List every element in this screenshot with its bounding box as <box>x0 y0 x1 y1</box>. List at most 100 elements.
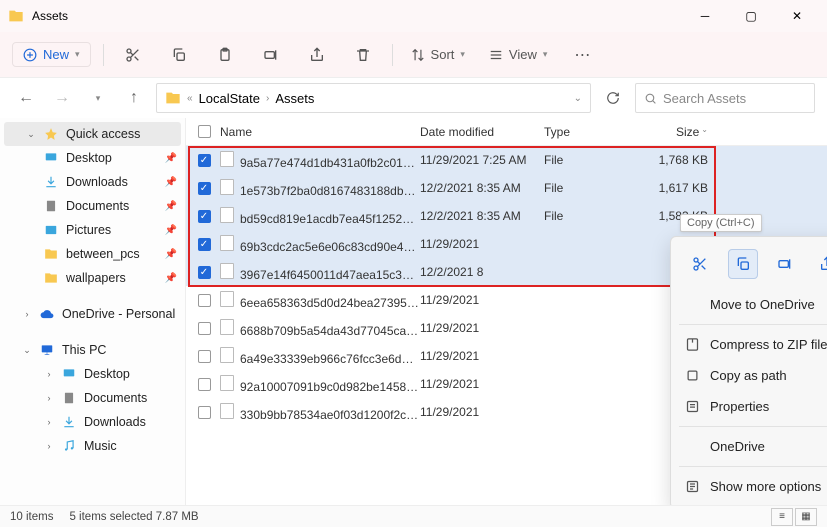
row-checkbox[interactable] <box>198 378 211 391</box>
maximize-button[interactable]: ▢ <box>729 2 773 30</box>
table-row[interactable]: ✓9a5a77e474d1db431a0fb2c01d44964dc...11/… <box>186 146 827 174</box>
file-icon <box>220 347 234 363</box>
file-date: 11/29/2021 <box>420 405 544 419</box>
close-button[interactable]: ✕ <box>775 2 819 30</box>
row-checkbox[interactable] <box>198 294 211 307</box>
column-size[interactable]: Size⌄ <box>648 125 720 139</box>
search-input[interactable]: Search Assets <box>635 83 815 113</box>
back-button[interactable]: ← <box>12 84 40 112</box>
file-name: 6688b709b5a54da43d77045cacfdd1279... <box>216 319 420 338</box>
sidebar-item[interactable]: Documents📌 <box>0 194 185 218</box>
column-date[interactable]: Date modified <box>420 125 544 139</box>
ctx-move-onedrive[interactable]: Move to OneDrive <box>671 289 827 320</box>
sidebar-item[interactable]: ›Downloads <box>0 410 185 434</box>
rename-icon[interactable] <box>254 38 288 72</box>
copy-icon[interactable] <box>162 38 196 72</box>
row-checkbox[interactable] <box>198 406 211 419</box>
row-checkbox[interactable]: ✓ <box>198 210 211 223</box>
delete-icon[interactable] <box>346 38 380 72</box>
sidebar-item[interactable]: ›Music <box>0 434 185 458</box>
file-icon <box>220 263 234 279</box>
thumbnails-view-button[interactable]: ▦ <box>795 508 817 526</box>
file-name: 6eea658363d5d0d24bea273957a0d582... <box>216 291 420 310</box>
select-all-checkbox[interactable] <box>198 125 211 138</box>
row-checkbox[interactable]: ✓ <box>198 154 211 167</box>
up-button[interactable]: ↑ <box>120 84 148 112</box>
file-name: 1e573b7f2ba0d8167483188db912dfa7e... <box>216 179 420 198</box>
share-icon[interactable] <box>300 38 334 72</box>
item-icon <box>62 439 76 453</box>
sidebar-item-label: Downloads <box>66 175 128 189</box>
pin-icon: 📌 <box>165 153 177 164</box>
item-icon <box>44 271 58 285</box>
sidebar-quick-access[interactable]: ⌄ Quick access <box>4 122 181 146</box>
file-name: 92a10007091b9c0d982be1458be08206a... <box>216 375 420 394</box>
ctx-copy-path[interactable]: Copy as path <box>671 360 827 391</box>
address-bar[interactable]: « LocalState › Assets ⌄ <box>156 83 591 113</box>
sidebar-item-label: Quick access <box>66 127 140 141</box>
forward-button[interactable]: → <box>48 84 76 112</box>
file-icon <box>220 291 234 307</box>
more-icon[interactable]: ⋯ <box>565 38 599 72</box>
row-checkbox[interactable] <box>198 322 211 335</box>
cut-icon[interactable] <box>116 38 150 72</box>
ctx-label: Properties <box>710 399 769 414</box>
sidebar-item-label: This PC <box>62 343 106 357</box>
sidebar-item[interactable]: ›Documents <box>0 386 185 410</box>
file-date: 11/29/2021 7:25 AM <box>420 153 544 167</box>
search-icon <box>644 92 657 105</box>
breadcrumb-current[interactable]: Assets <box>275 91 314 106</box>
ctx-rename-icon[interactable] <box>770 249 800 279</box>
properties-icon <box>685 399 700 414</box>
paste-icon[interactable] <box>208 38 242 72</box>
row-checkbox[interactable]: ✓ <box>198 266 211 279</box>
file-icon <box>220 235 234 251</box>
sidebar-item-label: Desktop <box>66 151 112 165</box>
file-date: 11/29/2021 <box>420 237 544 251</box>
file-date: 11/29/2021 <box>420 321 544 335</box>
sidebar-item[interactable]: wallpapers📌 <box>0 266 185 290</box>
ctx-copy-icon[interactable] <box>728 249 758 279</box>
ctx-properties[interactable]: Properties Alt+Enter <box>671 391 827 422</box>
new-button[interactable]: New ▾ <box>12 42 91 67</box>
zip-icon <box>685 337 700 352</box>
sort-label: Sort <box>431 47 455 62</box>
file-date: 12/2/2021 8:35 AM <box>420 209 544 223</box>
row-checkbox[interactable]: ✓ <box>198 238 211 251</box>
details-view-button[interactable]: ≡ <box>771 508 793 526</box>
refresh-button[interactable] <box>599 84 627 112</box>
sidebar-item-label: Music <box>84 439 117 453</box>
table-row[interactable]: ✓1e573b7f2ba0d8167483188db912dfa7e...12/… <box>186 174 827 202</box>
row-checkbox[interactable]: ✓ <box>198 182 211 195</box>
column-name[interactable]: Name <box>216 125 420 139</box>
status-count: 10 items <box>10 511 53 523</box>
ctx-show-more[interactable]: Show more options Shift+F10 <box>671 471 827 502</box>
sidebar-item[interactable]: between_pcs📌 <box>0 242 185 266</box>
separator <box>679 426 827 427</box>
sidebar-item[interactable]: Pictures📌 <box>0 218 185 242</box>
row-checkbox[interactable] <box>198 350 211 363</box>
sidebar-item[interactable]: Downloads📌 <box>0 170 185 194</box>
item-icon <box>44 223 58 237</box>
sidebar-item[interactable]: Desktop 📌 <box>0 146 185 170</box>
sort-button[interactable]: Sort ▾ <box>405 47 471 62</box>
window-title: Assets <box>32 9 683 23</box>
copy-path-icon <box>685 368 700 383</box>
ctx-compress[interactable]: Compress to ZIP file <box>671 329 827 360</box>
ctx-label: Show more options <box>710 479 821 494</box>
column-type[interactable]: Type <box>544 125 648 139</box>
recent-button[interactable]: ▾ <box>84 84 112 112</box>
minimize-button[interactable]: ─ <box>683 2 727 30</box>
item-icon <box>62 415 76 429</box>
item-icon <box>44 175 58 189</box>
sidebar-item[interactable]: ›Desktop <box>0 362 185 386</box>
ctx-share-icon[interactable] <box>812 249 827 279</box>
view-button[interactable]: View ▾ <box>483 47 553 62</box>
sidebar-onedrive[interactable]: › OneDrive - Personal <box>0 302 185 326</box>
sidebar-this-pc[interactable]: ⌄ This PC <box>0 338 185 362</box>
ctx-cut-icon[interactable] <box>685 249 715 279</box>
ctx-onedrive[interactable]: OneDrive › <box>671 431 827 462</box>
file-date: 12/2/2021 8 <box>420 265 544 279</box>
breadcrumb-parent[interactable]: LocalState <box>199 91 260 106</box>
chevron-down-icon[interactable]: ⌄ <box>574 93 582 104</box>
